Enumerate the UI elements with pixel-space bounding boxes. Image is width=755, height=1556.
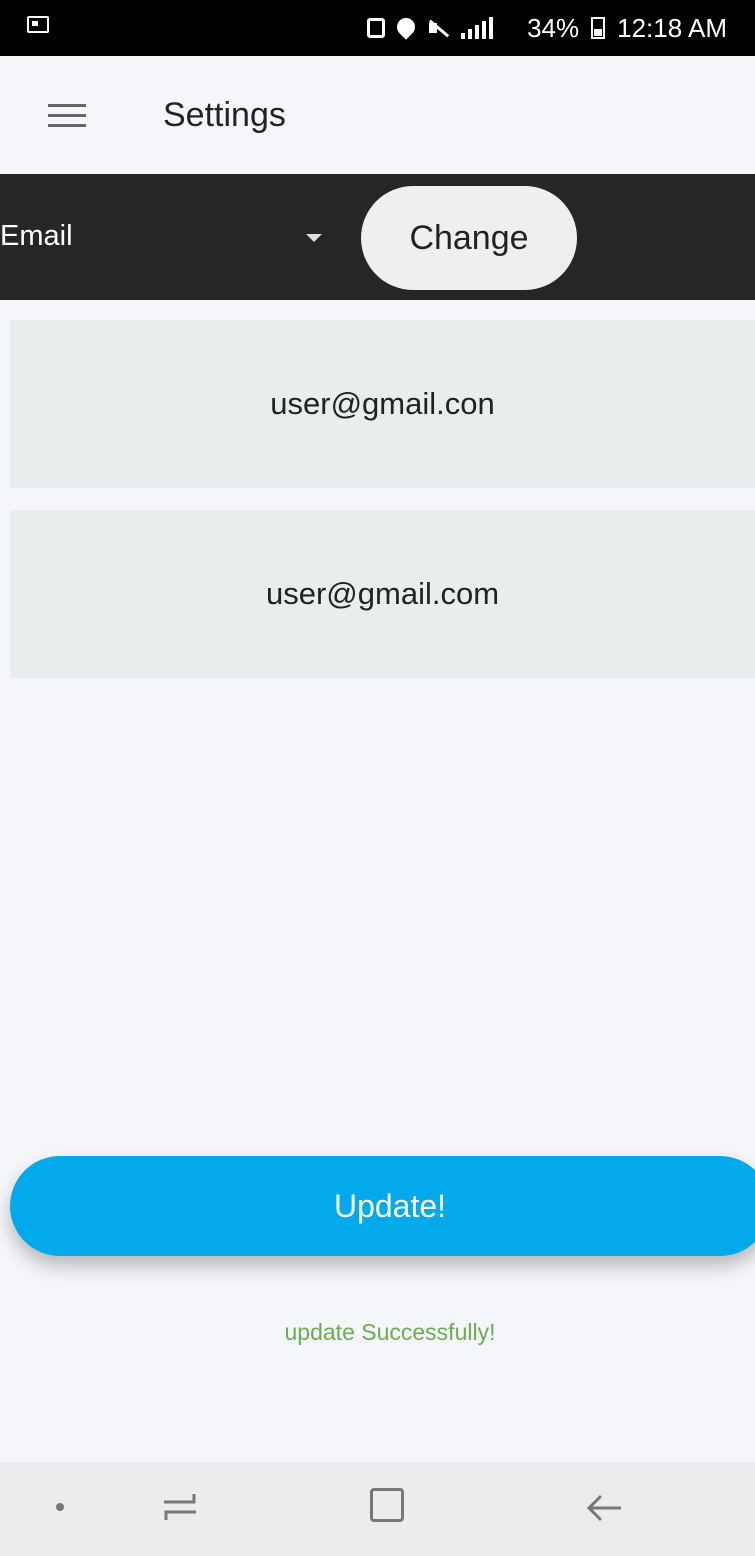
location-icon: [393, 14, 419, 40]
battery-percent: 34%: [527, 12, 580, 43]
new-email-field[interactable]: user@gmail.com: [10, 510, 755, 678]
status-icons: 34% 12:18 AM: [367, 12, 727, 44]
mute-icon: [427, 18, 449, 38]
battery-icon: [591, 17, 606, 39]
recent-apps-icon[interactable]: [160, 1488, 200, 1526]
success-message: update Successfully!: [284, 1319, 496, 1345]
change-button[interactable]: Change: [361, 186, 577, 290]
status-bar: 34% 12:18 AM: [0, 0, 755, 56]
update-button[interactable]: Update!: [10, 1156, 755, 1256]
gallery-icon: [27, 16, 49, 33]
page-title: Settings: [163, 96, 286, 134]
back-icon[interactable]: [585, 1488, 625, 1528]
dot-icon[interactable]: [56, 1503, 64, 1511]
home-icon[interactable]: [370, 1488, 404, 1522]
dropdown-selected-value: Email: [0, 220, 73, 252]
lock-icon: [367, 18, 386, 38]
selector-bar: Email Change: [0, 174, 755, 300]
navigation-bar: [0, 1462, 755, 1556]
app-bar: Settings: [0, 56, 755, 174]
wifi-signal-icon: [461, 17, 515, 39]
hamburger-menu-icon[interactable]: [48, 104, 86, 128]
current-email-field[interactable]: user@gmail.con: [10, 320, 755, 488]
clock: 12:18 AM: [617, 12, 727, 43]
dropdown-arrow-icon[interactable]: [306, 234, 322, 242]
